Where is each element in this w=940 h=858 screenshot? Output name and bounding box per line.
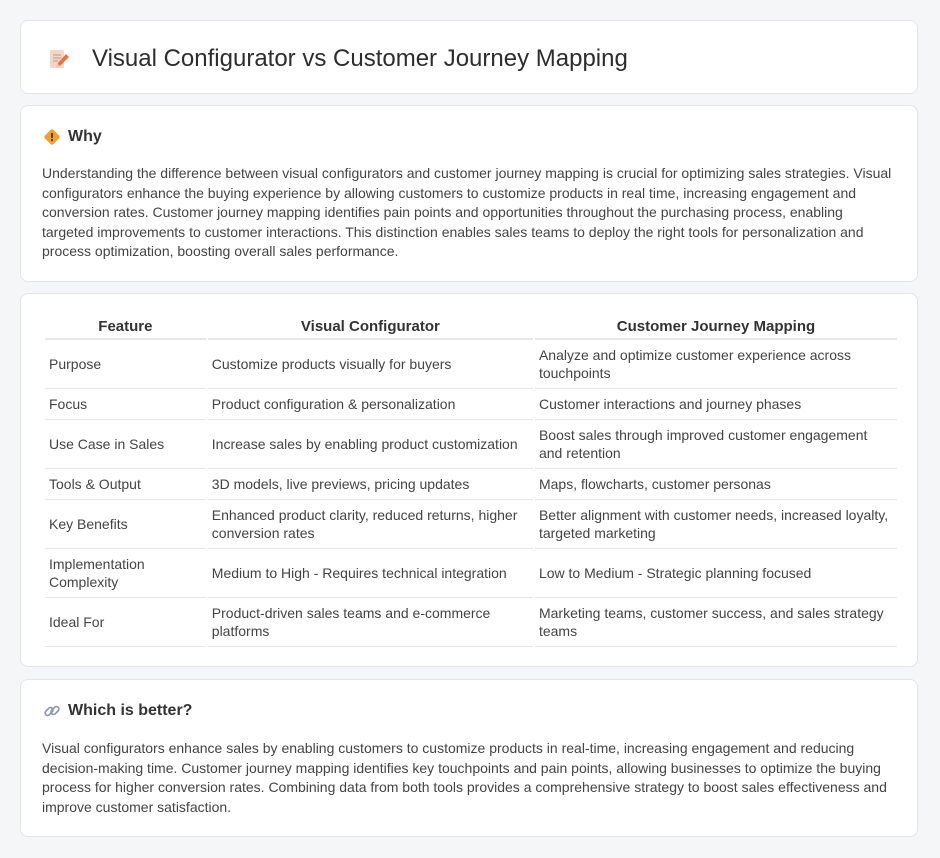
title-card: Visual Configurator vs Customer Journey … [20, 20, 918, 94]
table-header-row: Feature Visual Configurator Customer Jou… [45, 314, 897, 340]
diamond-sign-icon [44, 129, 60, 145]
why-header: Why [43, 126, 102, 148]
comparison-table: Feature Visual Configurator Customer Jou… [43, 314, 899, 647]
table-cell: Maps, flowcharts, customer personas [534, 469, 897, 500]
table-cell: Low to Medium - Strategic planning focus… [534, 549, 897, 598]
which-is-better-section: Which is better? Visual configurators en… [20, 679, 918, 837]
table-cell: 3D models, live previews, pricing update… [207, 469, 533, 500]
table-cell: Ideal For [45, 598, 206, 647]
document-pen-icon [50, 50, 69, 68]
better-header: Which is better? [43, 700, 192, 722]
table-cell: Customer interactions and journey phases [534, 389, 897, 420]
table-cell: Marketing teams, customer success, and s… [534, 598, 897, 647]
table-row: Use Case in Sales Increase sales by enab… [45, 420, 897, 469]
table-cell: Medium to High - Requires technical inte… [207, 549, 533, 598]
page-title: Visual Configurator vs Customer Journey … [92, 45, 628, 72]
table-cell: Customize products visually for buyers [207, 340, 533, 389]
why-body: Understanding the difference between vis… [42, 165, 892, 260]
table-cell: Analyze and optimize customer experience… [534, 340, 897, 389]
comparison-table-card: Feature Visual Configurator Customer Jou… [20, 293, 918, 667]
table-cell: Use Case in Sales [45, 420, 206, 469]
table-row: Tools & Output 3D models, live previews,… [45, 469, 897, 500]
table-cell: Focus [45, 389, 206, 420]
table-cell: Key Benefits [45, 500, 206, 549]
column-header: Visual Configurator [207, 314, 533, 340]
table-cell: Purpose [45, 340, 206, 389]
table-cell: Better alignment with customer needs, in… [534, 500, 897, 549]
table-row: Ideal For Product-driven sales teams and… [45, 598, 897, 647]
table-row: Key Benefits Enhanced product clarity, r… [45, 500, 897, 549]
table-cell: Product-driven sales teams and e-commerc… [207, 598, 533, 647]
table-row: Focus Product configuration & personaliz… [45, 389, 897, 420]
why-heading: Why [68, 128, 102, 145]
table-row: Purpose Customize products visually for … [45, 340, 897, 389]
link-icon [44, 705, 60, 717]
why-section: Why Understanding the difference between… [20, 105, 918, 282]
table-row: Implementation Complexity Medium to High… [45, 549, 897, 598]
table-cell: Boost sales through improved customer en… [534, 420, 897, 469]
table-cell: Increase sales by enabling product custo… [207, 420, 533, 469]
table-cell: Product configuration & personalization [207, 389, 533, 420]
table-cell: Enhanced product clarity, reduced return… [207, 500, 533, 549]
column-header: Feature [45, 314, 206, 340]
better-body: Visual configurators enhance sales by en… [42, 740, 887, 815]
column-header: Customer Journey Mapping [534, 314, 897, 340]
table-cell: Implementation Complexity [45, 549, 206, 598]
table-cell: Tools & Output [45, 469, 206, 500]
better-heading: Which is better? [68, 702, 193, 719]
